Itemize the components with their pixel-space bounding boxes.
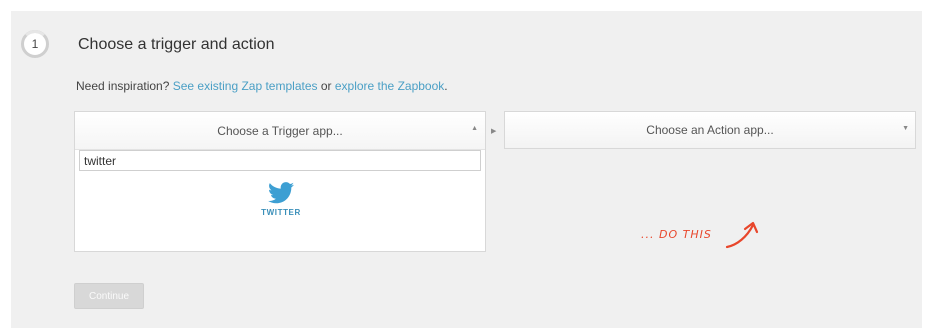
step-number: 1	[31, 37, 39, 51]
do-this-annotation: ... DO THIS	[641, 219, 771, 253]
trigger-app-label: Choose a Trigger app...	[217, 123, 343, 138]
twitter-app-label: TWITTER	[261, 208, 301, 217]
continue-button[interactable]: Continue	[74, 283, 144, 309]
curved-arrow-icon	[725, 221, 759, 249]
arrow-right-icon: ▶	[491, 128, 497, 135]
caret-down-icon: ▼	[902, 125, 909, 132]
step-title: Choose a trigger and action	[78, 36, 275, 53]
zap-templates-link[interactable]: See existing Zap templates	[173, 79, 318, 93]
action-app-select[interactable]: Choose an Action app... ▼	[504, 111, 916, 149]
trigger-search-input[interactable]	[79, 150, 481, 171]
twitter-app-option[interactable]: TWITTER	[251, 182, 311, 232]
inspiration-middle: or	[320, 79, 332, 93]
action-app-label: Choose an Action app...	[646, 123, 774, 137]
do-this-text: ... DO THIS	[641, 228, 712, 241]
step-number-badge: 1	[21, 30, 49, 58]
twitter-bird-icon	[268, 182, 294, 204]
zapbook-link[interactable]: explore the Zapbook	[335, 79, 444, 93]
caret-up-icon: ▲	[471, 125, 478, 132]
trigger-app-dropdown: Choose a Trigger app... ▲ TWITTER	[74, 111, 486, 252]
trigger-app-select[interactable]: Choose a Trigger app... ▲	[75, 112, 485, 150]
inspiration-suffix: .	[444, 79, 448, 93]
inspiration-text: Need inspiration? See existing Zap templ…	[76, 79, 448, 93]
inspiration-prefix: Need inspiration?	[76, 79, 170, 93]
